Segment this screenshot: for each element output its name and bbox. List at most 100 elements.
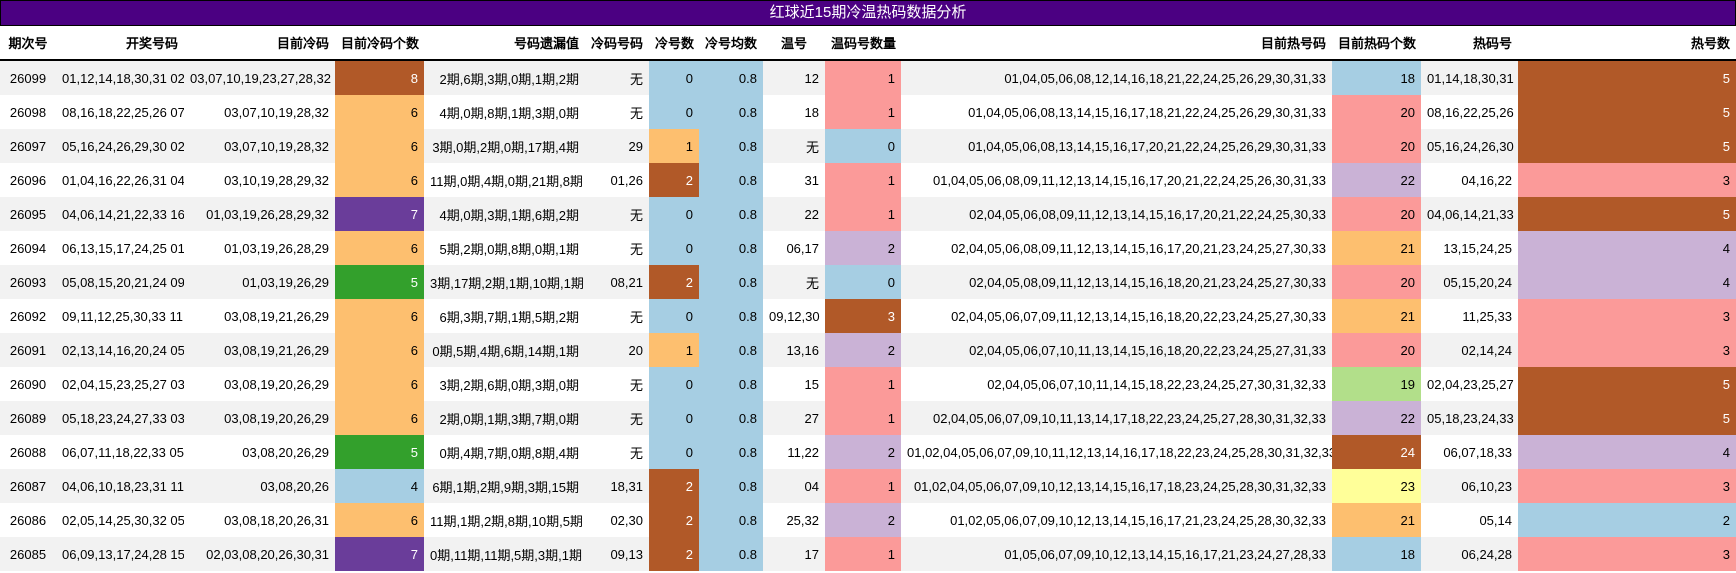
cell-warm-count: 2 bbox=[825, 435, 901, 469]
cell-current-hot-count: 22 bbox=[1332, 163, 1421, 197]
cell-current-cold: 01,03,19,26,28,29,32 bbox=[184, 197, 335, 231]
header-cold-numbers: 冷码号码 bbox=[585, 26, 649, 61]
cell-hot-numbers: 04,06,14,21,33 bbox=[1421, 197, 1518, 231]
cell-miss-values: 6期,1期,2期,9期,3期,15期 bbox=[424, 469, 585, 503]
cell-cold-num: 2 bbox=[649, 537, 699, 571]
cell-warm-count: 1 bbox=[825, 401, 901, 435]
table-row: 26090 02,04,15,23,25,27 03 03,08,19,20,26,… bbox=[0, 367, 1736, 401]
cell-current-hot-count: 23 bbox=[1332, 469, 1421, 503]
cell-cold-num: 2 bbox=[649, 163, 699, 197]
cell-cold-numbers: 无 bbox=[585, 197, 649, 231]
table-row: 26092 09,11,12,25,30,33 11 03,08,19,21,26,… bbox=[0, 299, 1736, 333]
cell-cold-avg: 0.8 bbox=[699, 60, 763, 95]
cell-hot-numbers: 01,14,18,30,31 bbox=[1421, 60, 1518, 95]
cell-miss-values: 6期,3期,7期,1期,5期,2期 bbox=[424, 299, 585, 333]
cell-cold-numbers: 09,13 bbox=[585, 537, 649, 571]
cell-current-hot-count: 19 bbox=[1332, 367, 1421, 401]
cell-warm-numbers: 11,22 bbox=[763, 435, 825, 469]
cell-draw-numbers: 05,16,24,26,29,30 02 bbox=[56, 129, 184, 163]
cell-warm-numbers: 06,17 bbox=[763, 231, 825, 265]
cell-hot-numbers: 06,10,23 bbox=[1421, 469, 1518, 503]
cell-current-hot: 01,04,05,06,08,09,11,12,13,14,15,16,17,2… bbox=[901, 163, 1332, 197]
table-body: 26099 01,12,14,18,30,31 02 03,07,10,19,23,… bbox=[0, 60, 1736, 571]
cell-miss-values: 2期,0期,1期,3期,7期,0期 bbox=[424, 401, 585, 435]
cell-warm-count: 0 bbox=[825, 265, 901, 299]
cell-miss-values: 5期,2期,0期,8期,0期,1期 bbox=[424, 231, 585, 265]
header-miss-values: 号码遗漏值 bbox=[424, 26, 585, 61]
cell-draw-numbers: 06,09,13,17,24,28 15 bbox=[56, 537, 184, 571]
cell-current-cold-count: 6 bbox=[335, 95, 424, 129]
cell-draw-numbers: 05,18,23,24,27,33 03 bbox=[56, 401, 184, 435]
cell-cold-avg: 0.8 bbox=[699, 197, 763, 231]
cell-draw-numbers: 04,06,10,18,23,31 11 bbox=[56, 469, 184, 503]
cell-hot-num: 3 bbox=[1518, 469, 1736, 503]
cell-draw-numbers: 09,11,12,25,30,33 11 bbox=[56, 299, 184, 333]
table-row: 26087 04,06,10,18,23,31 11 03,08,20,26 4 6期,… bbox=[0, 469, 1736, 503]
cell-current-hot: 02,04,05,06,08,09,11,12,13,14,15,16,17,2… bbox=[901, 231, 1332, 265]
cell-current-cold: 03,08,18,20,26,31 bbox=[184, 503, 335, 537]
cell-cold-avg: 0.8 bbox=[699, 537, 763, 571]
cell-miss-values: 11期,0期,4期,0期,21期,8期 bbox=[424, 163, 585, 197]
cell-hot-numbers: 06,24,28 bbox=[1421, 537, 1518, 571]
cell-warm-numbers: 无 bbox=[763, 265, 825, 299]
cell-cold-numbers: 29 bbox=[585, 129, 649, 163]
cell-warm-count: 1 bbox=[825, 95, 901, 129]
cell-cold-avg: 0.8 bbox=[699, 163, 763, 197]
cell-current-cold: 03,10,19,28,29,32 bbox=[184, 163, 335, 197]
cell-cold-numbers: 无 bbox=[585, 231, 649, 265]
cell-current-hot-count: 20 bbox=[1332, 265, 1421, 299]
header-row: 期次号 开奖号码 目前冷码 目前冷码个数 号码遗漏值 冷码号码 冷号数 冷号均数… bbox=[0, 26, 1736, 61]
cell-period: 26097 bbox=[0, 129, 56, 163]
table-row: 26099 01,12,14,18,30,31 02 03,07,10,19,23,… bbox=[0, 60, 1736, 95]
cell-cold-num: 2 bbox=[649, 503, 699, 537]
table-row: 26094 06,13,15,17,24,25 01 01,03,19,26,28,… bbox=[0, 231, 1736, 265]
cell-cold-num: 0 bbox=[649, 367, 699, 401]
cell-current-cold: 03,07,10,19,23,27,28,32 bbox=[184, 60, 335, 95]
cell-warm-numbers: 18 bbox=[763, 95, 825, 129]
header-warm-count: 温码号数量 bbox=[825, 26, 901, 61]
cell-period: 26091 bbox=[0, 333, 56, 367]
cell-cold-avg: 0.8 bbox=[699, 265, 763, 299]
cell-current-cold-count: 7 bbox=[335, 197, 424, 231]
cell-cold-avg: 0.8 bbox=[699, 503, 763, 537]
cell-current-cold-count: 5 bbox=[335, 435, 424, 469]
cell-current-cold-count: 6 bbox=[335, 163, 424, 197]
table-view: 红球近15期冷温热码数据分析 期次号 开奖号码 目前冷码 目前冷码个数 号码遗漏… bbox=[0, 0, 1736, 573]
cell-current-cold-count: 7 bbox=[335, 537, 424, 571]
cell-hot-num: 5 bbox=[1518, 95, 1736, 129]
cell-current-hot: 01,02,05,06,07,09,10,12,13,14,15,16,17,2… bbox=[901, 503, 1332, 537]
cell-warm-numbers: 17 bbox=[763, 537, 825, 571]
cell-draw-numbers: 02,13,14,16,20,24 05 bbox=[56, 333, 184, 367]
cell-cold-numbers: 无 bbox=[585, 367, 649, 401]
cell-warm-count: 2 bbox=[825, 231, 901, 265]
cell-current-cold-count: 6 bbox=[335, 503, 424, 537]
cell-period: 26098 bbox=[0, 95, 56, 129]
cell-miss-values: 0期,11期,11期,5期,3期,1期 bbox=[424, 537, 585, 571]
cell-cold-num: 0 bbox=[649, 401, 699, 435]
cell-hot-num: 3 bbox=[1518, 163, 1736, 197]
cell-draw-numbers: 02,05,14,25,30,32 05 bbox=[56, 503, 184, 537]
cell-warm-numbers: 22 bbox=[763, 197, 825, 231]
cell-hot-num: 4 bbox=[1518, 265, 1736, 299]
cell-period: 26094 bbox=[0, 231, 56, 265]
cell-warm-numbers: 31 bbox=[763, 163, 825, 197]
cell-current-cold-count: 6 bbox=[335, 129, 424, 163]
cell-current-cold-count: 6 bbox=[335, 333, 424, 367]
cell-draw-numbers: 01,04,16,22,26,31 04 bbox=[56, 163, 184, 197]
cell-current-hot-count: 18 bbox=[1332, 537, 1421, 571]
cell-current-cold: 03,07,10,19,28,32 bbox=[184, 95, 335, 129]
cell-miss-values: 3期,0期,2期,0期,17期,4期 bbox=[424, 129, 585, 163]
cell-current-cold-count: 6 bbox=[335, 367, 424, 401]
cell-cold-numbers: 无 bbox=[585, 60, 649, 95]
cell-miss-values: 11期,1期,2期,8期,10期,5期 bbox=[424, 503, 585, 537]
cell-cold-num: 0 bbox=[649, 435, 699, 469]
cell-period: 26085 bbox=[0, 537, 56, 571]
data-table: 期次号 开奖号码 目前冷码 目前冷码个数 号码遗漏值 冷码号码 冷号数 冷号均数… bbox=[0, 26, 1736, 571]
table-row: 26093 05,08,15,20,21,24 09 01,03,19,26,29 5… bbox=[0, 265, 1736, 299]
cell-hot-numbers: 08,16,22,25,26 bbox=[1421, 95, 1518, 129]
cell-cold-num: 0 bbox=[649, 231, 699, 265]
cell-hot-num: 3 bbox=[1518, 537, 1736, 571]
cell-current-cold: 02,03,08,20,26,30,31 bbox=[184, 537, 335, 571]
header-hot-num: 热号数 bbox=[1518, 26, 1736, 61]
table-row: 26095 04,06,14,21,22,33 16 01,03,19,26,28,… bbox=[0, 197, 1736, 231]
